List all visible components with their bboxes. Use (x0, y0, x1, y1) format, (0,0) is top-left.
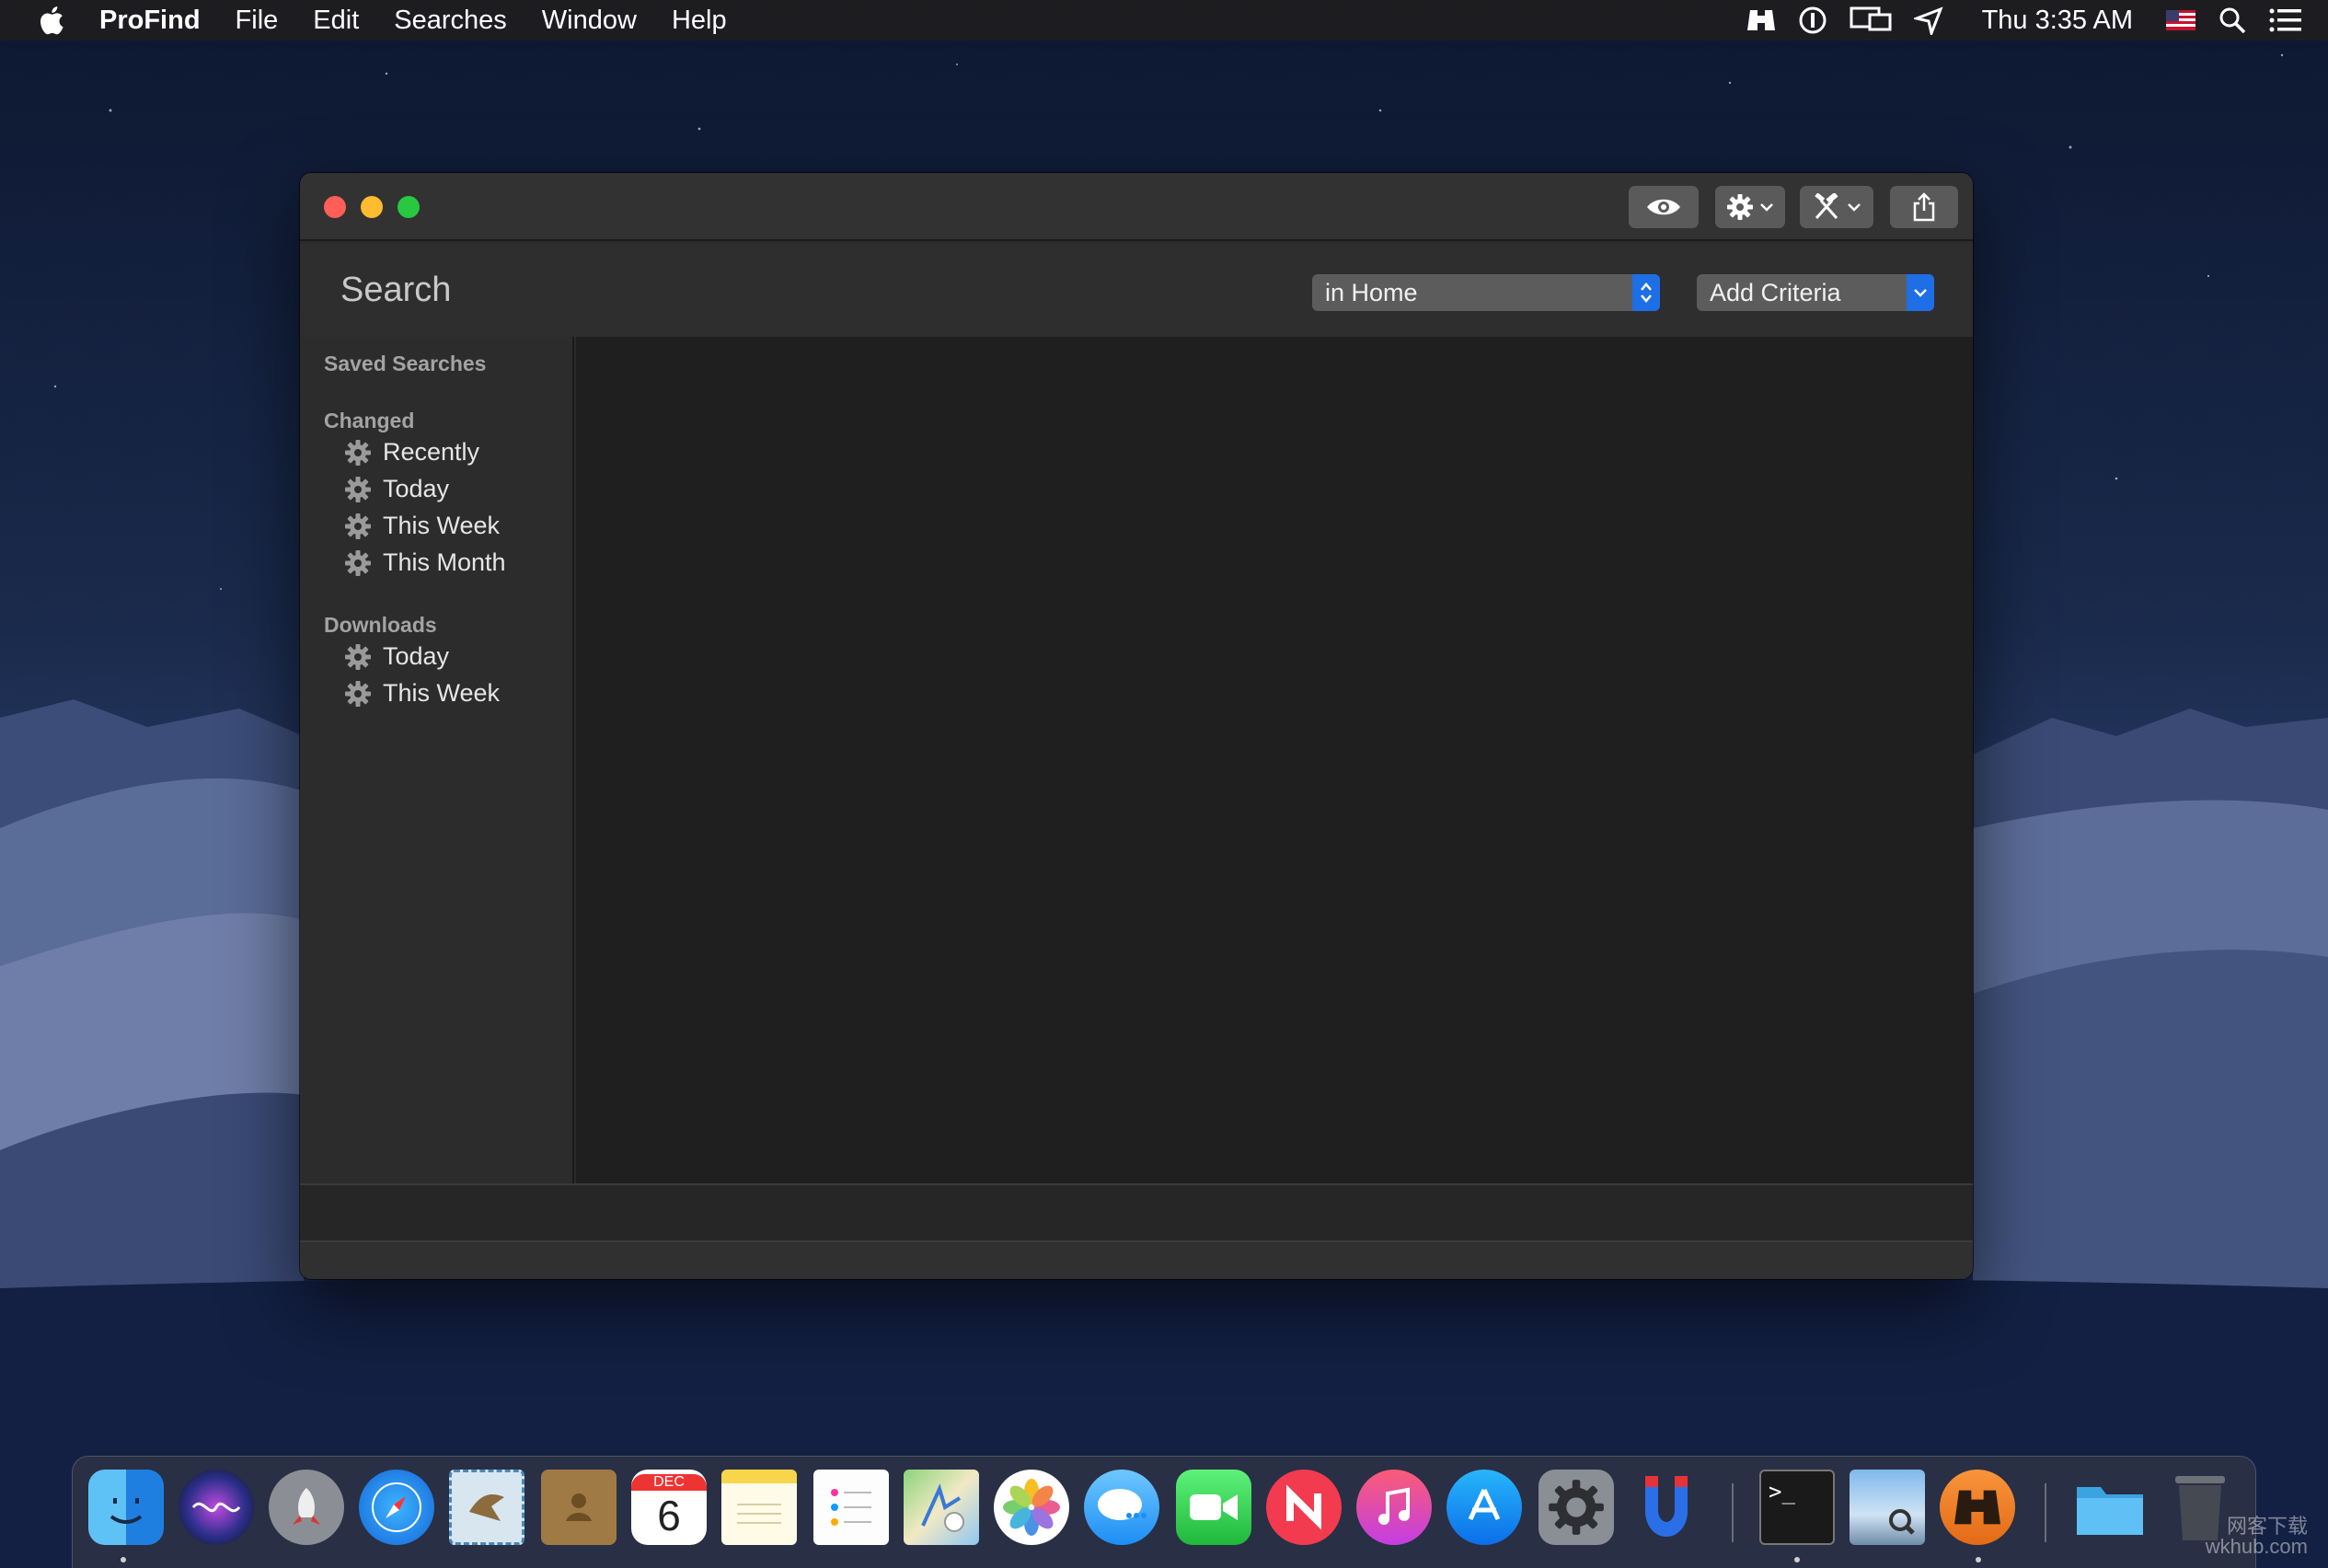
sidebar-item-downloads-today[interactable]: Today (344, 642, 449, 671)
sidebar-item-label: Today (383, 642, 450, 670)
menu-app-name[interactable]: ProFind (99, 6, 201, 36)
scope-popup[interactable]: in Home (1312, 274, 1660, 311)
results-area[interactable] (576, 337, 1973, 1183)
mail-dock-icon[interactable] (449, 1470, 524, 1545)
sidebar-item-label: Today (383, 475, 450, 502)
sidebar-item-label: This Week (383, 679, 501, 707)
apple-menu-icon[interactable] (37, 4, 64, 37)
menu-file[interactable]: File (236, 6, 279, 36)
sidebar-item-label: This Month (383, 548, 506, 576)
menu-edit[interactable]: Edit (313, 6, 359, 36)
action-menu-button[interactable] (1715, 186, 1785, 228)
close-window-button[interactable] (324, 196, 346, 218)
add-criteria-label: Add Criteria (1710, 278, 1841, 306)
calendar-month: DEC (631, 1474, 707, 1491)
calendar-day: 6 (657, 1492, 681, 1539)
terminal-running-indicator (1794, 1557, 1800, 1562)
dock-separator (2045, 1483, 2046, 1542)
itunes-dock-icon[interactable] (1356, 1470, 1432, 1545)
section-downloads-heading: Downloads (324, 613, 437, 637)
quick-look-button[interactable] (1629, 186, 1699, 228)
display-mirror-icon[interactable] (1850, 6, 1892, 35)
downloads-folder-dock-icon[interactable] (2072, 1470, 2148, 1545)
title-bar[interactable] (300, 173, 1973, 241)
calendar-dock-icon[interactable]: DEC 6 (631, 1470, 707, 1545)
profind-running-indicator (1976, 1557, 1981, 1562)
photos-dock-icon[interactable] (994, 1470, 1069, 1545)
launchpad-dock-icon[interactable] (269, 1470, 344, 1545)
bottom-bar (300, 1240, 1973, 1279)
gear-icon (345, 476, 371, 502)
finder-running-indicator (121, 1557, 126, 1562)
safari-dock-icon[interactable] (359, 1470, 434, 1545)
watermark: 网客下载 wkhub.com (2206, 1516, 2308, 1557)
sidebar: Saved Searches Changed Recently Today Th… (300, 337, 574, 1183)
minimize-window-button[interactable] (361, 196, 383, 218)
sidebar-item-changed-recently[interactable]: Recently (344, 438, 479, 467)
saved-searches-heading: Saved Searches (324, 352, 487, 375)
contacts-dock-icon[interactable] (541, 1470, 617, 1545)
share-icon (1913, 192, 1935, 222)
status-bar (300, 1183, 1973, 1240)
tools-menu-button[interactable] (1800, 186, 1873, 228)
siri-dock-icon[interactable] (179, 1470, 254, 1545)
gear-icon (345, 513, 371, 539)
maps-dock-icon[interactable] (904, 1470, 979, 1545)
notification-center-icon[interactable] (2269, 7, 2302, 33)
up-down-arrows-icon (1632, 274, 1660, 311)
share-button[interactable] (1890, 186, 1958, 228)
magnet-dock-icon[interactable] (1629, 1470, 1704, 1545)
watermark-line-2: wkhub.com (2205, 1535, 2308, 1558)
preview-dock-icon[interactable] (1850, 1470, 1925, 1545)
tools-icon (1815, 193, 1838, 220)
dock-separator (1732, 1483, 1734, 1542)
menu-searches[interactable]: Searches (394, 6, 507, 36)
system-preferences-dock-icon[interactable] (1539, 1470, 1614, 1545)
add-criteria-popup[interactable]: Add Criteria (1697, 274, 1934, 311)
gear-icon (345, 643, 371, 670)
chevron-down-icon (1760, 203, 1773, 212)
terminal-prompt: >_ (1769, 1479, 1795, 1505)
gear-icon (345, 680, 371, 707)
chevron-down-icon (1848, 203, 1861, 212)
facetime-dock-icon[interactable] (1176, 1470, 1251, 1545)
sidebar-item-label: Recently (383, 438, 480, 466)
messages-dock-icon[interactable] (1084, 1470, 1159, 1545)
location-icon[interactable] (1913, 6, 1943, 35)
app-store-dock-icon[interactable] (1446, 1470, 1522, 1545)
terminal-dock-icon[interactable]: >_ (1759, 1470, 1835, 1545)
notes-dock-icon[interactable] (721, 1470, 797, 1545)
1password-icon[interactable] (1798, 6, 1827, 35)
menubar-clock[interactable]: Thu 3:35 AM (1982, 6, 2133, 36)
reminders-dock-icon[interactable] (813, 1470, 889, 1545)
sidebar-item-changed-today[interactable]: Today (344, 475, 449, 503)
finder-dock-icon[interactable] (88, 1470, 164, 1545)
profind-window: Search in Home Add Criteria Saved Search… (300, 173, 1973, 1279)
chevron-down-icon (1907, 274, 1934, 311)
gear-icon (345, 549, 371, 576)
profind-dock-icon[interactable] (1940, 1470, 2015, 1545)
gear-icon (345, 439, 371, 466)
sidebar-item-label: This Week (383, 512, 501, 539)
binoculars-icon[interactable] (1746, 6, 1776, 34)
menu-help[interactable]: Help (672, 6, 727, 36)
section-changed-heading: Changed (324, 409, 415, 432)
gear-icon (1727, 194, 1753, 220)
search-title: Search (340, 271, 452, 309)
search-header: Search in Home Add Criteria (300, 243, 1973, 337)
sidebar-item-downloads-this-week[interactable]: This Week (344, 679, 500, 708)
eye-icon (1647, 199, 1680, 215)
news-dock-icon[interactable] (1266, 1470, 1342, 1545)
scope-popup-label: in Home (1325, 278, 1418, 306)
watermark-line-1: 网客下载 (2226, 1515, 2308, 1538)
zoom-window-button[interactable] (398, 196, 420, 218)
sidebar-item-changed-this-month[interactable]: This Month (344, 548, 506, 577)
us-flag-icon[interactable] (2166, 10, 2195, 30)
spotlight-icon[interactable] (2218, 6, 2247, 35)
menu-window[interactable]: Window (542, 6, 637, 36)
menu-bar: ProFind File Edit Searches Window Help T… (0, 0, 2328, 40)
sidebar-item-changed-this-week[interactable]: This Week (344, 512, 500, 540)
